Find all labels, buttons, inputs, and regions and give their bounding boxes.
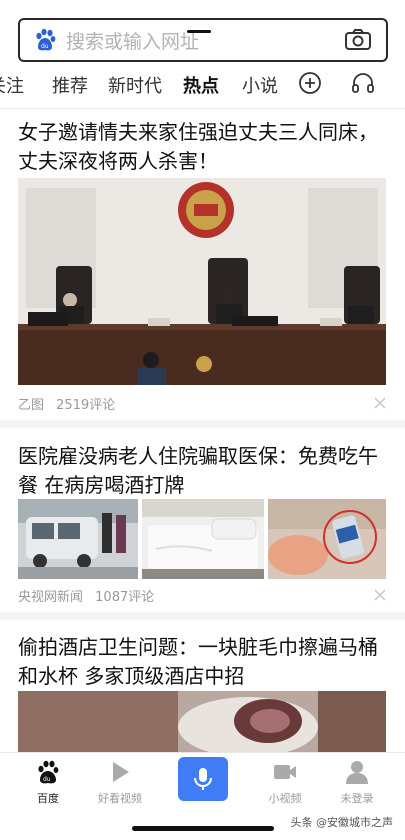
article-image-hospital-bed[interactable] <box>142 499 264 579</box>
tab-follow[interactable]: 关注 <box>0 72 24 98</box>
nav-label: 小视频 <box>268 792 302 805</box>
bottom-navigation: du 百度 好看视频 小视频 未登录 <box>0 752 405 818</box>
article-title[interactable]: 医院雇没病老人住院骗取医保：免费吃午餐 在病房喝酒打牌 <box>18 442 390 500</box>
article-source: 乙图 <box>18 398 45 413</box>
nav-baidu[interactable]: du 百度 <box>13 759 83 806</box>
close-icon[interactable] <box>373 396 387 410</box>
headphones-icon[interactable] <box>350 70 376 96</box>
section-separator <box>0 612 405 620</box>
active-tab-indicator <box>187 30 211 33</box>
article-image-drink[interactable] <box>268 499 386 579</box>
search-bar[interactable]: du 搜索或输入网址 <box>18 18 388 62</box>
article-image-courtroom[interactable] <box>18 178 386 385</box>
baidu-paw-icon: du <box>38 760 59 784</box>
tab-novel[interactable]: 小说 <box>242 72 278 98</box>
camera-icon[interactable] <box>344 28 372 52</box>
watermark: 头条 @安徽城市之声 <box>290 816 394 829</box>
article-meta: 乙图 2519评论 <box>18 394 115 413</box>
section-separator <box>0 420 405 428</box>
add-channel-icon[interactable] <box>297 70 323 96</box>
article-image-van[interactable] <box>18 499 138 579</box>
nav-label: 好看视频 <box>98 792 142 805</box>
play-icon <box>113 762 129 782</box>
video-camera-icon <box>274 765 296 779</box>
tab-new-era[interactable]: 新时代 <box>108 72 162 98</box>
article-source: 央视网新闻 <box>18 590 84 605</box>
article-meta: 央视网新闻 1087评论 <box>18 586 154 605</box>
tab-recommend[interactable]: 推荐 <box>52 72 88 98</box>
baidu-paw-icon: du <box>36 28 56 51</box>
article-image-hotel[interactable] <box>18 691 386 752</box>
article-comment-count: 1087评论 <box>95 590 155 605</box>
tab-hot[interactable]: 热点 <box>183 72 219 98</box>
nav-haokan-video[interactable]: 好看视频 <box>85 759 155 806</box>
channel-tabs: 关注 推荐 新时代 热点 小说 <box>0 70 405 102</box>
user-icon <box>346 761 368 784</box>
microphone-icon <box>194 768 212 790</box>
home-indicator[interactable] <box>132 826 274 831</box>
close-icon[interactable] <box>373 588 387 602</box>
nav-label: 未登录 <box>340 792 374 805</box>
nav-label: 百度 <box>37 792 59 805</box>
article-title[interactable]: 女子邀请情夫来家住强迫丈夫三人同床，丈夫深夜将两人杀害！ <box>18 118 390 176</box>
article-comment-count: 2519评论 <box>56 398 116 413</box>
article-title[interactable]: 偷拍酒店卫生问题：一块脏毛巾擦遍马桶和水杯 多家顶级酒店中招 <box>18 633 390 691</box>
svg-text:du: du <box>41 43 49 50</box>
voice-search-button[interactable] <box>178 757 228 801</box>
svg-text:du: du <box>43 776 51 783</box>
nav-short-video[interactable]: 小视频 <box>250 759 320 806</box>
nav-profile[interactable]: 未登录 <box>322 759 392 806</box>
divider <box>0 108 405 109</box>
